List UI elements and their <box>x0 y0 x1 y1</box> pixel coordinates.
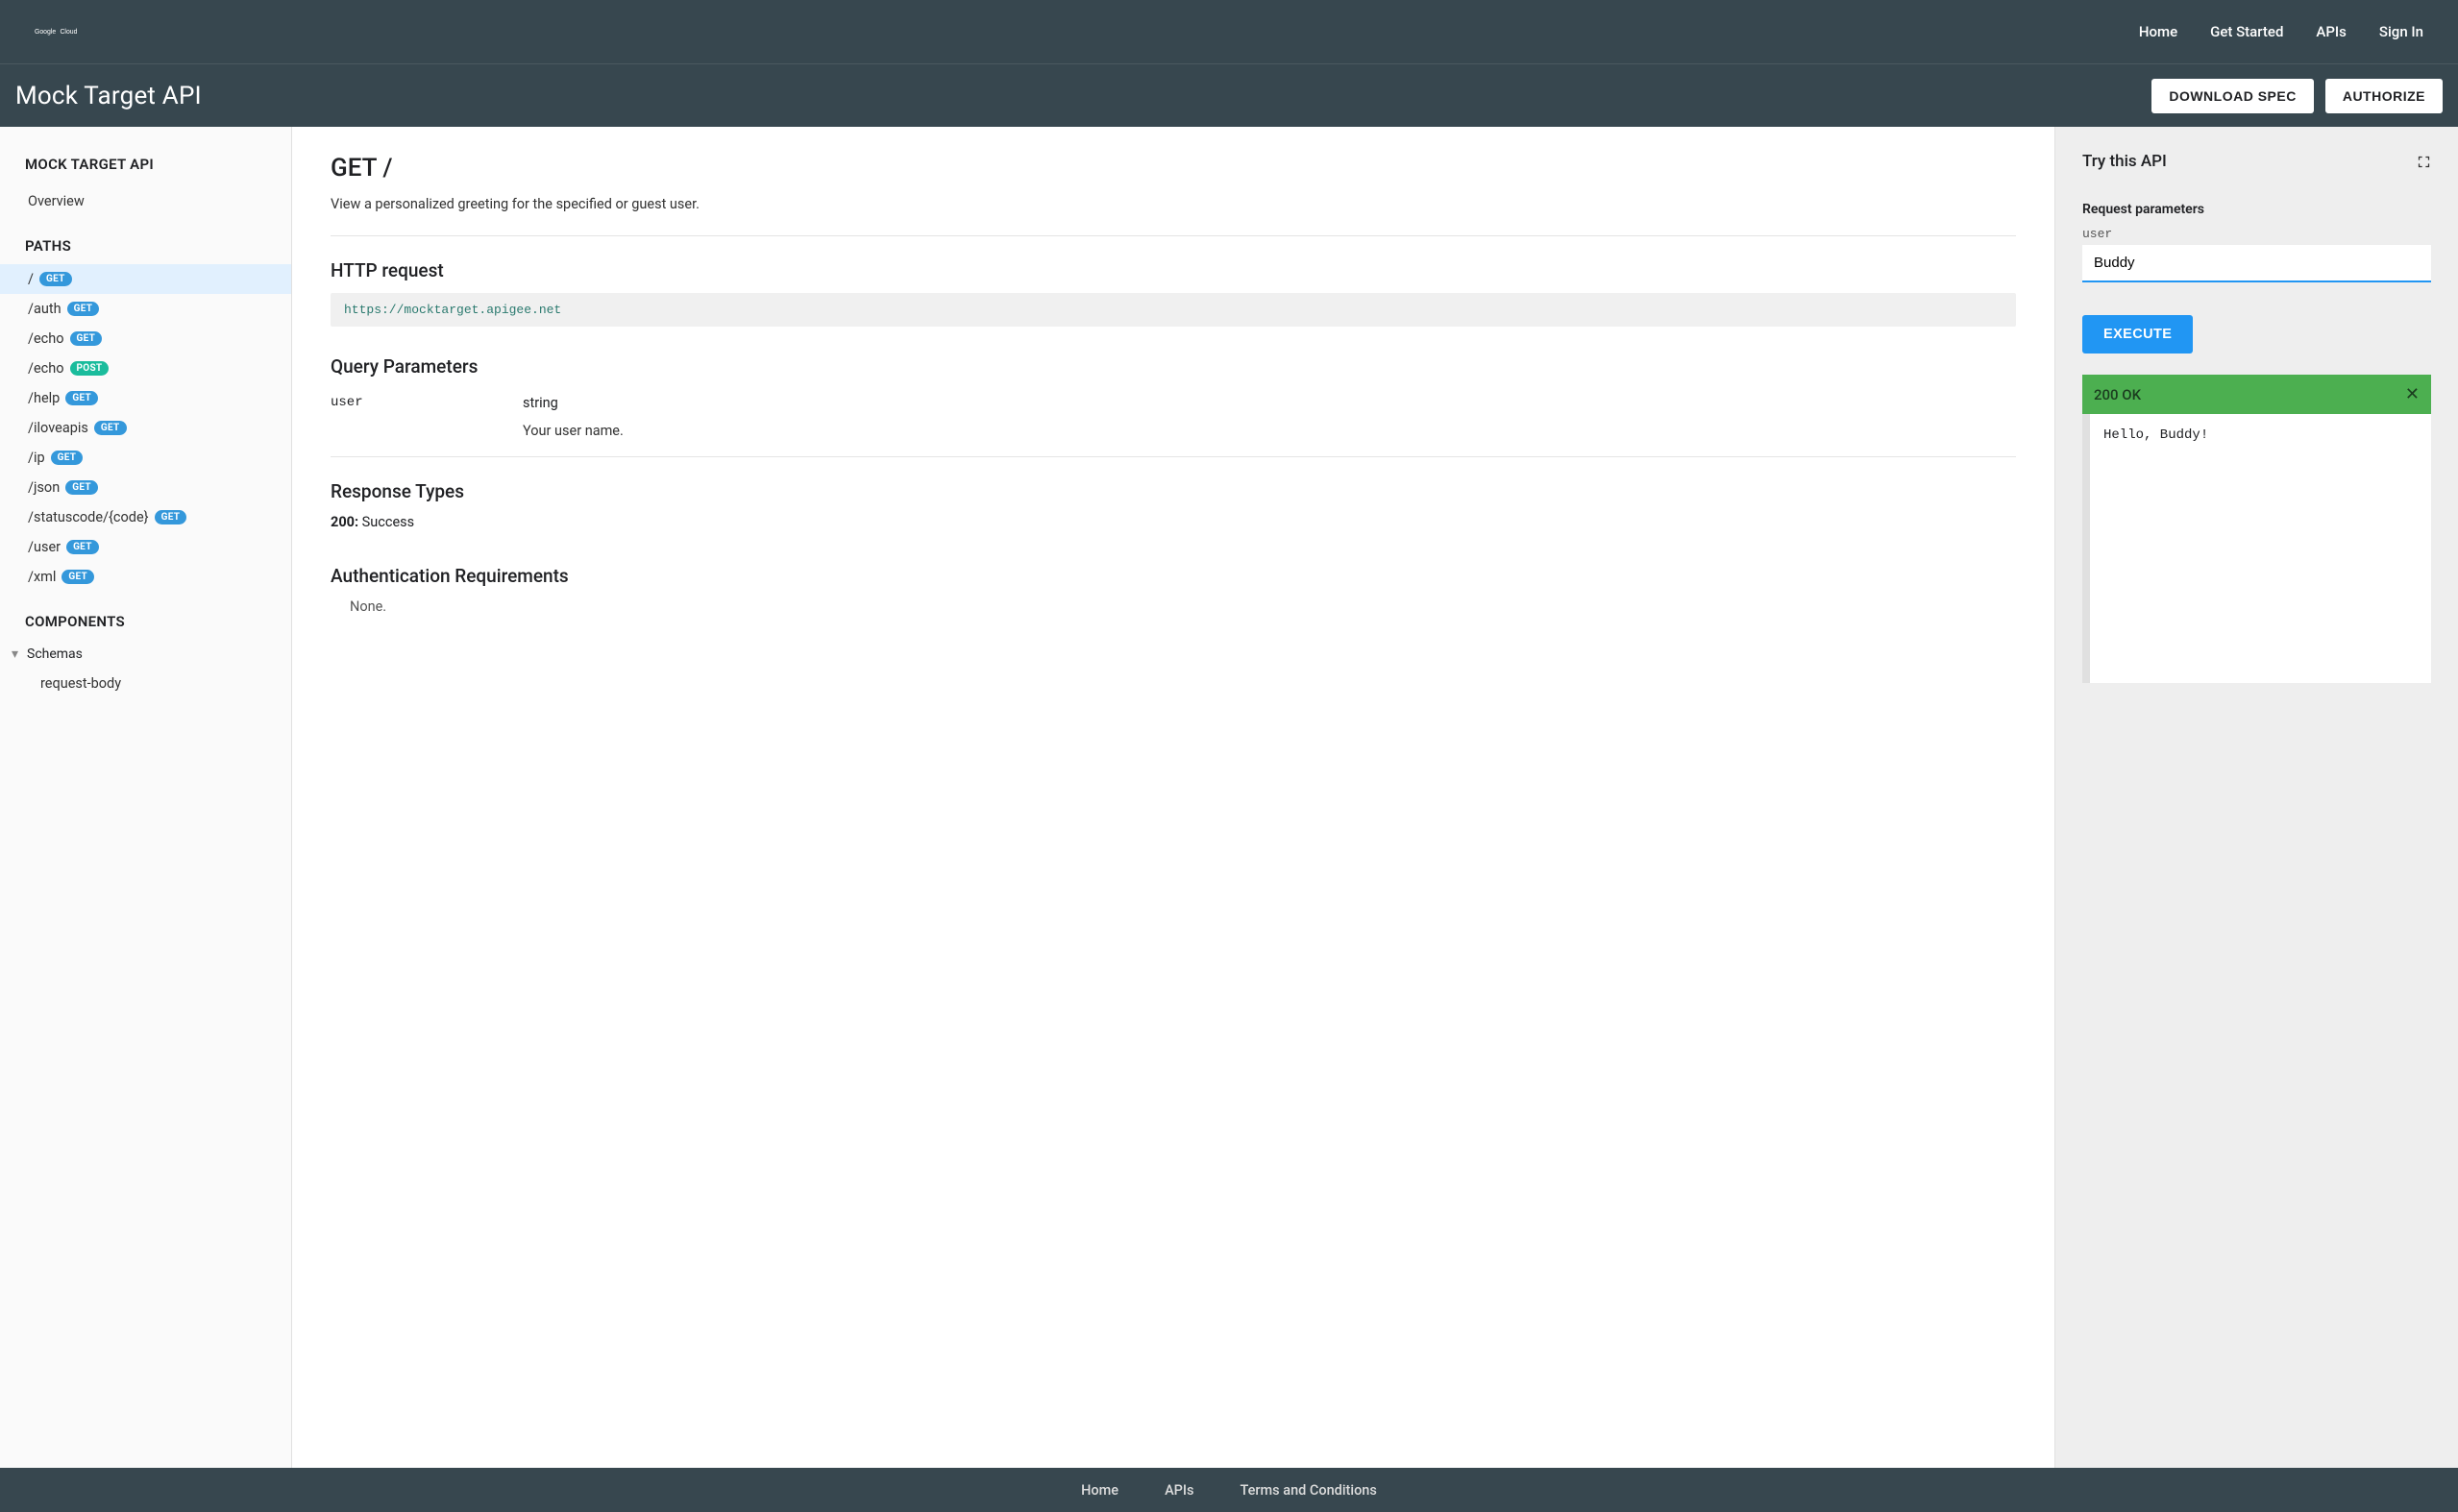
method-badge: GET <box>39 272 72 286</box>
method-badge: GET <box>66 540 99 554</box>
user-field-label: user <box>2082 227 2431 241</box>
method-badge: GET <box>67 302 100 316</box>
expand-icon[interactable] <box>2417 155 2431 169</box>
footer-link-home[interactable]: Home <box>1081 1482 1118 1499</box>
sidebar-path-label: / <box>28 271 34 287</box>
query-params-heading: Query Parameters <box>331 355 2016 378</box>
response-text: Success <box>362 514 414 530</box>
svg-text:Cloud: Cloud <box>60 29 77 36</box>
user-input[interactable] <box>2082 245 2431 282</box>
param-name: user <box>331 395 523 411</box>
authorize-button[interactable]: AUTHORIZE <box>2325 79 2443 113</box>
svg-text:Google: Google <box>35 29 56 36</box>
sidebar-path-item[interactable]: /echo POST <box>0 354 291 383</box>
endpoint-heading: GET / <box>331 154 2016 183</box>
nav-get-started[interactable]: Get Started <box>2210 23 2283 40</box>
sidebar-path-item[interactable]: / GET <box>0 264 291 294</box>
sidebar-path-label: /xml <box>28 569 56 585</box>
sidebar-path-label: /json <box>28 479 60 496</box>
doc-panel: GET / View a personalized greeting for t… <box>292 127 2054 1468</box>
response-types-heading: Response Types <box>331 480 2016 502</box>
top-nav-links: Home Get Started APIs Sign In <box>2139 23 2423 40</box>
footer-link-terms[interactable]: Terms and Conditions <box>1241 1482 1377 1499</box>
subheader-bar: Mock Target API DOWNLOAD SPEC AUTHORIZE <box>0 63 2458 127</box>
method-badge: GET <box>61 570 94 584</box>
method-badge: GET <box>94 421 127 435</box>
response-line: 200: Success <box>331 514 2016 530</box>
api-title: Mock Target API <box>15 82 202 110</box>
method-badge: GET <box>65 391 98 405</box>
sidebar-path-item[interactable]: /statuscode/{code} GET <box>0 502 291 532</box>
auth-requirements-text: None. <box>331 598 2016 615</box>
nav-apis[interactable]: APIs <box>2316 23 2347 40</box>
sidebar-paths-heading: PATHS <box>0 216 291 264</box>
sidebar-path-item[interactable]: /auth GET <box>0 294 291 324</box>
sidebar-path-item[interactable]: /json GET <box>0 473 291 502</box>
sidebar-path-item[interactable]: /ip GET <box>0 443 291 473</box>
method-badge: GET <box>70 331 103 346</box>
download-spec-button[interactable]: DOWNLOAD SPEC <box>2151 79 2314 113</box>
sidebar-schema-request-body[interactable]: request-body <box>0 669 291 698</box>
nav-home[interactable]: Home <box>2139 23 2177 40</box>
response-status-text: 200 OK <box>2094 386 2141 403</box>
sidebar-overview[interactable]: Overview <box>0 186 291 216</box>
param-row: user string <box>331 389 2016 417</box>
sidebar-path-label: /echo <box>28 330 64 347</box>
sidebar-path-label: /user <box>28 539 61 555</box>
response-code: 200: <box>331 514 358 530</box>
logo[interactable]: Google Cloud <box>35 26 121 37</box>
sidebar-path-label: /echo <box>28 360 64 377</box>
response-block: 200 OK ✕ Hello, Buddy! <box>2082 375 2431 683</box>
sidebar-path-label: /auth <box>28 301 61 317</box>
request-parameters-label: Request parameters <box>2082 202 2431 217</box>
response-body: Hello, Buddy! <box>2082 414 2431 683</box>
sidebar-path-label: /ip <box>28 450 45 466</box>
divider <box>331 235 2016 236</box>
response-status-bar: 200 OK ✕ <box>2082 375 2431 414</box>
sidebar-path-label: /help <box>28 390 60 406</box>
caret-down-icon: ▾ <box>12 646 23 662</box>
auth-heading: Authentication Requirements <box>331 565 2016 587</box>
method-badge: GET <box>65 480 98 495</box>
divider <box>331 456 2016 457</box>
sidebar-path-label: /statuscode/{code} <box>28 509 149 525</box>
sidebar-schemas-toggle[interactable]: ▾ Schemas <box>0 640 291 669</box>
sidebar-path-item[interactable]: /help GET <box>0 383 291 413</box>
http-request-url: https://mocktarget.apigee.net <box>331 293 2016 327</box>
footer: Home APIs Terms and Conditions <box>0 1468 2458 1512</box>
sidebar: MOCK TARGET API Overview PATHS / GET/auth… <box>0 127 292 1468</box>
close-icon[interactable]: ✕ <box>2405 384 2420 404</box>
param-description: Your user name. <box>523 417 2016 439</box>
top-nav: Google Cloud Home Get Started APIs Sign … <box>0 0 2458 63</box>
execute-button[interactable]: EXECUTE <box>2082 315 2193 354</box>
http-request-heading: HTTP request <box>331 259 2016 281</box>
google-cloud-logo-icon: Google Cloud <box>35 26 121 37</box>
sidebar-path-item[interactable]: /echo GET <box>0 324 291 354</box>
method-badge: GET <box>51 451 84 465</box>
param-type: string <box>523 395 558 411</box>
sidebar-path-item[interactable]: /iloveapis GET <box>0 413 291 443</box>
footer-link-apis[interactable]: APIs <box>1165 1482 1193 1499</box>
try-api-heading: Try this API <box>2082 152 2167 171</box>
nav-sign-in[interactable]: Sign In <box>2379 23 2423 40</box>
sidebar-api-heading: MOCK TARGET API <box>0 148 291 186</box>
sidebar-path-label: /iloveapis <box>28 420 88 436</box>
sidebar-path-item[interactable]: /xml GET <box>0 562 291 592</box>
schemas-label: Schemas <box>27 646 83 662</box>
try-api-panel: Try this API Request parameters user EXE… <box>2054 127 2458 1468</box>
method-badge: GET <box>155 510 187 524</box>
sidebar-components-heading: COMPONENTS <box>0 592 291 640</box>
endpoint-description: View a personalized greeting for the spe… <box>331 196 2016 212</box>
sidebar-path-item[interactable]: /user GET <box>0 532 291 562</box>
method-badge: POST <box>70 361 110 376</box>
